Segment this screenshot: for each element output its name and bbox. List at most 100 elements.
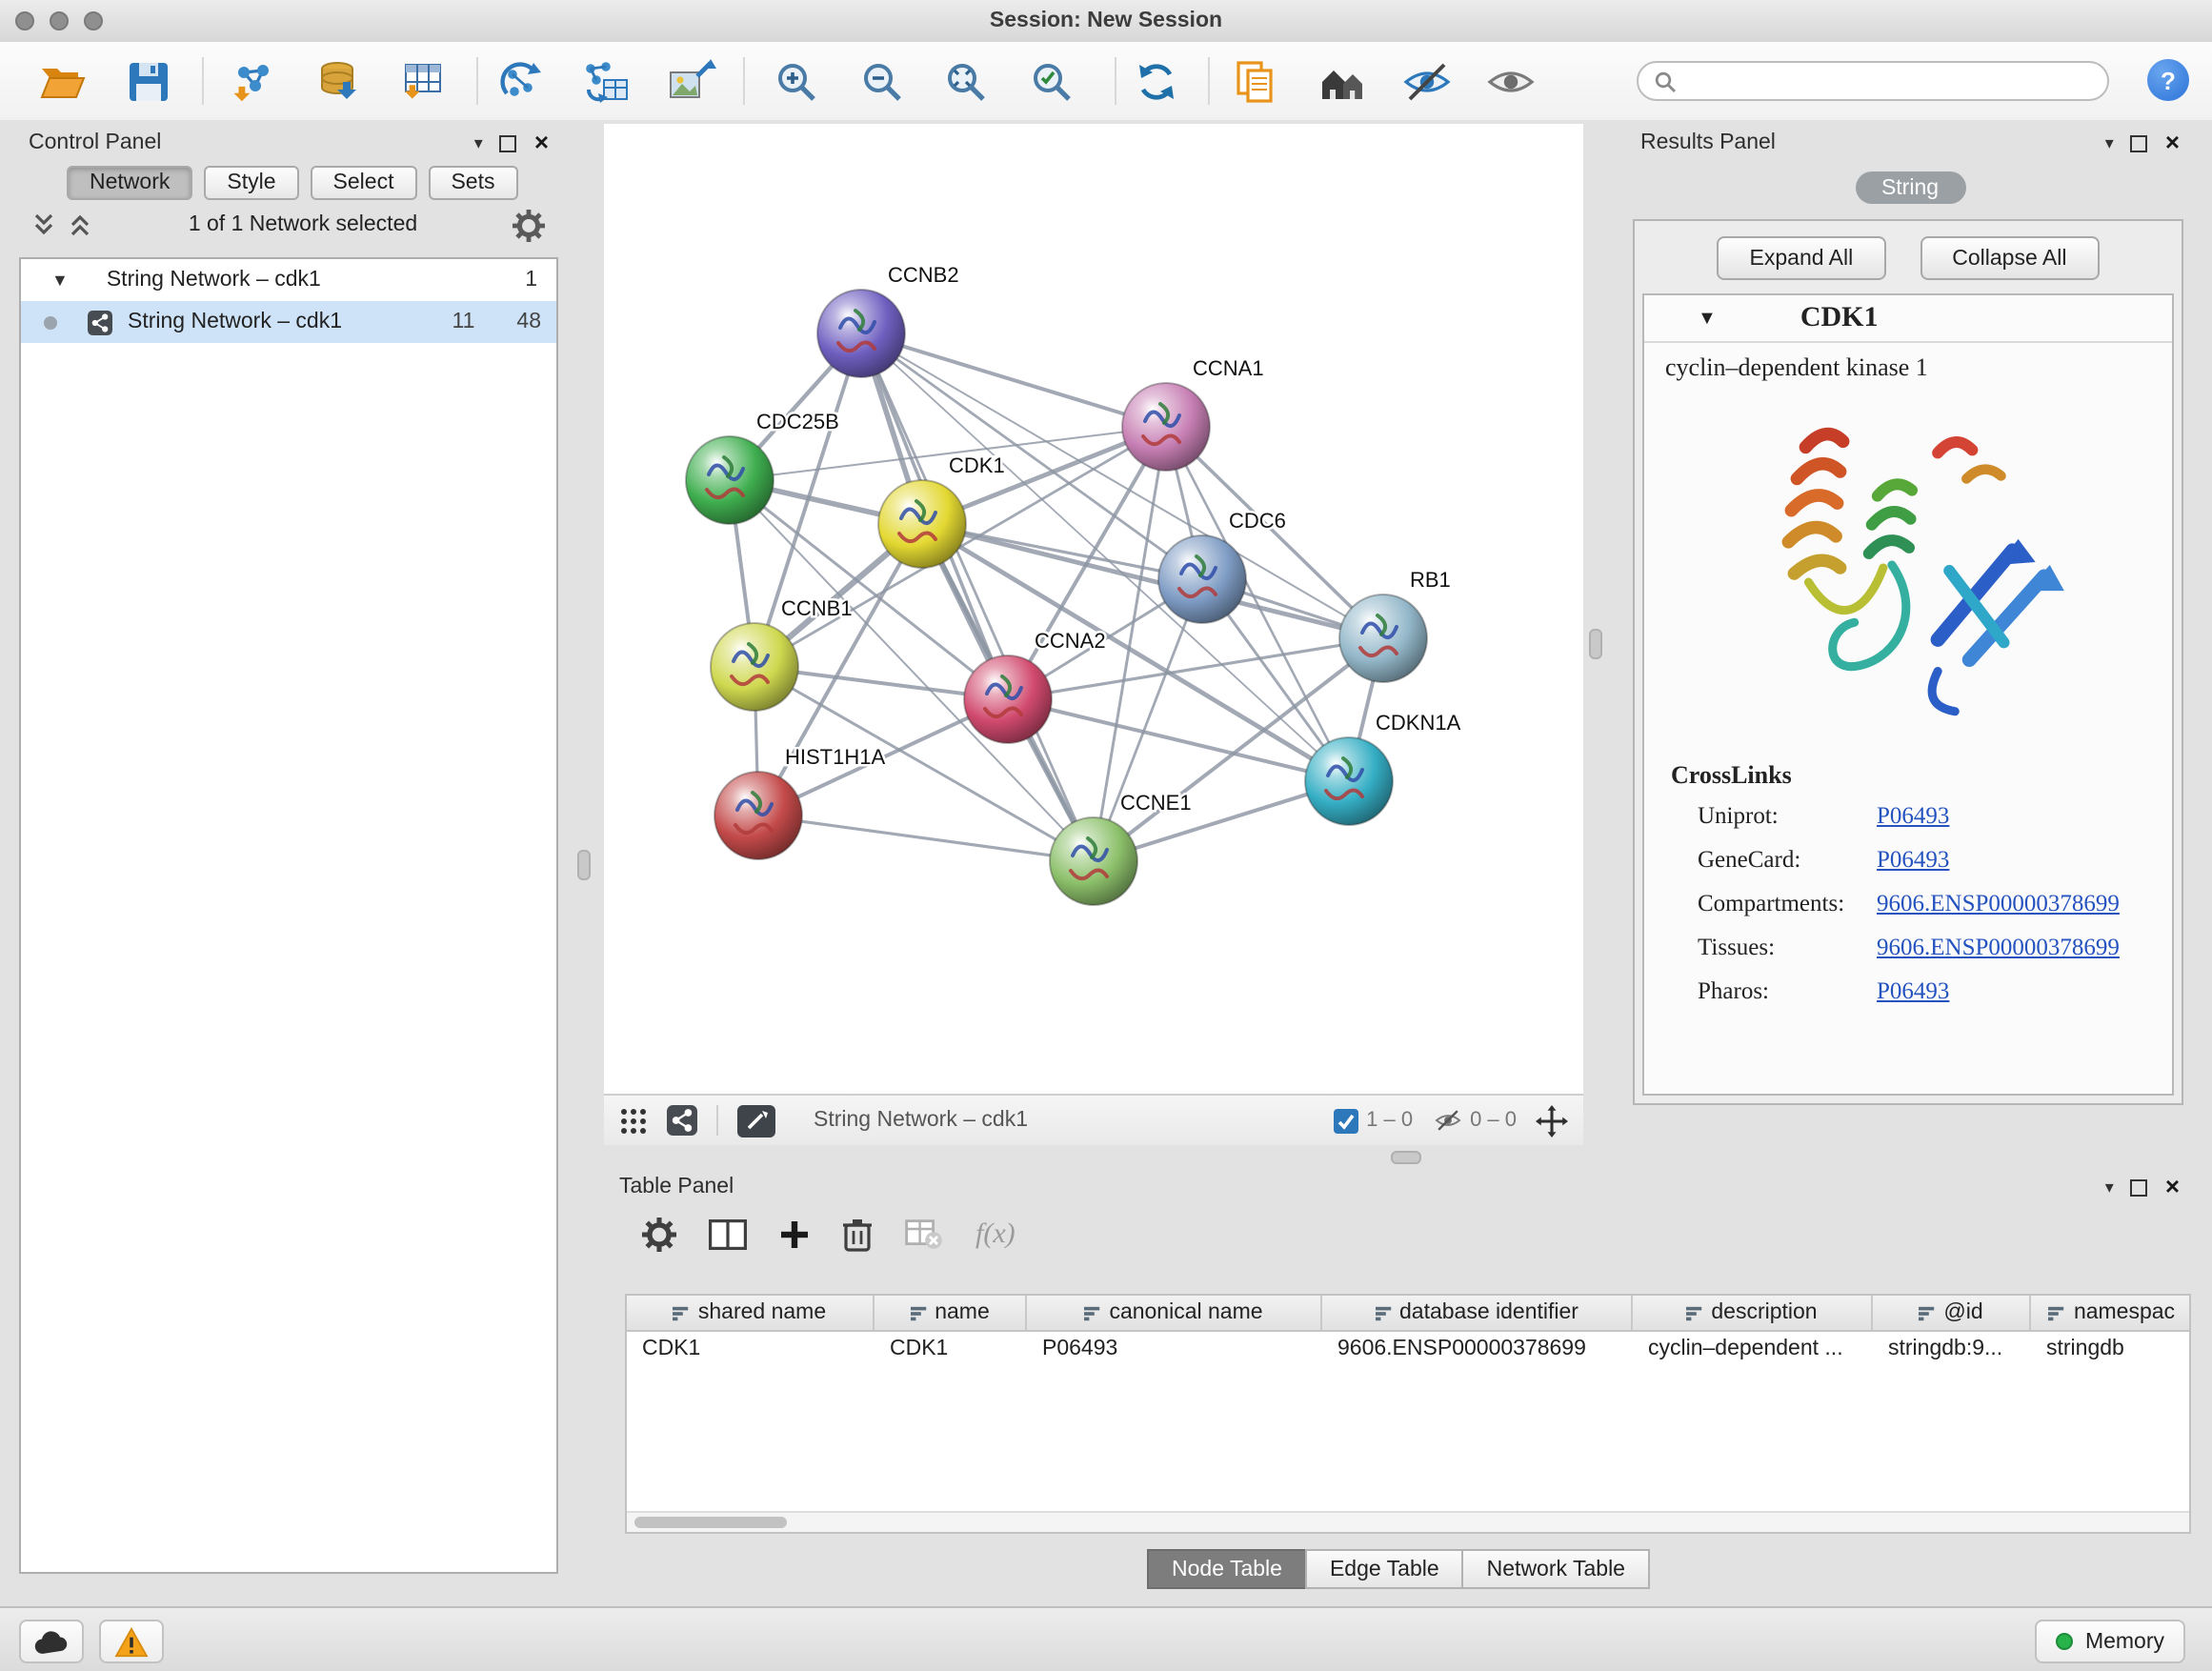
- table-cell[interactable]: stringdb: [2031, 1332, 2191, 1366]
- column-header-5[interactable]: @id: [1873, 1296, 2031, 1330]
- cloud-button[interactable]: [19, 1620, 84, 1663]
- column-header-6[interactable]: namespac: [2031, 1296, 2191, 1330]
- delete-table-icon[interactable]: [905, 1219, 943, 1250]
- network-collection-row[interactable]: ▼ String Network – cdk1 1: [21, 259, 556, 301]
- tab-sets[interactable]: Sets: [428, 166, 517, 200]
- tab-select[interactable]: Select: [311, 166, 417, 200]
- column-header-1[interactable]: name: [875, 1296, 1027, 1330]
- zoom-out-icon[interactable]: [859, 58, 905, 104]
- table-cell[interactable]: stringdb:9...: [1873, 1332, 2031, 1366]
- import-network-file-icon[interactable]: [231, 58, 276, 104]
- crosslink-link[interactable]: P06493: [1877, 838, 1949, 882]
- network-row[interactable]: String Network – cdk1 11 48: [21, 301, 556, 343]
- results-panel-close-icon[interactable]: ×: [2165, 133, 2180, 152]
- table-row[interactable]: CDK1CDK1P064939606.ENSP00000378699cyclin…: [627, 1332, 2189, 1366]
- expand-all-button[interactable]: Expand All: [1718, 236, 1886, 280]
- show-columns-icon[interactable]: [709, 1219, 747, 1250]
- table-panel-close-icon[interactable]: ×: [2165, 1178, 2180, 1197]
- toolbar-search[interactable]: [1637, 61, 2109, 101]
- zoom-in-icon[interactable]: [774, 58, 819, 104]
- table-cell[interactable]: 9606.ENSP00000378699: [1322, 1332, 1633, 1366]
- results-panel-float-icon[interactable]: ▾: [2105, 132, 2114, 153]
- table-panel-maximize-icon[interactable]: [2131, 1178, 2148, 1196]
- right-splitter-handle[interactable]: [1589, 629, 1602, 659]
- collapse-all-button[interactable]: Collapse All: [1920, 236, 2099, 280]
- tab-edge-table[interactable]: Edge Table: [1305, 1549, 1464, 1589]
- network-node-HIST1H1A[interactable]: HIST1H1A: [714, 745, 885, 859]
- refresh-icon[interactable]: [1134, 58, 1179, 104]
- table-cell[interactable]: CDK1: [875, 1332, 1027, 1366]
- save-session-icon[interactable]: [128, 60, 170, 102]
- network-from-table-icon[interactable]: [581, 58, 631, 104]
- table-cell[interactable]: cyclin–dependent ...: [1633, 1332, 1873, 1366]
- tab-network-table[interactable]: Network Table: [1462, 1549, 1650, 1589]
- column-header-4[interactable]: description: [1633, 1296, 1873, 1330]
- import-network-database-icon[interactable]: [316, 58, 362, 104]
- annotation-copy-icon[interactable]: [1233, 58, 1278, 104]
- warnings-button[interactable]: [99, 1620, 164, 1663]
- left-splitter-handle[interactable]: [577, 850, 591, 880]
- network-node-CDK1[interactable]: CDK1: [878, 453, 1005, 568]
- crosslink-link[interactable]: P06493: [1877, 795, 1949, 838]
- network-node-CCNA1[interactable]: CCNA1: [1122, 356, 1264, 471]
- open-session-icon[interactable]: [38, 60, 88, 102]
- show-eye-icon[interactable]: [1486, 60, 1536, 102]
- table-cell[interactable]: P06493: [1027, 1332, 1322, 1366]
- bottom-splitter-handle[interactable]: [1391, 1151, 1421, 1164]
- birdseye-grid-icon[interactable]: [619, 1106, 648, 1135]
- network-tree: ▼ String Network – cdk1 1 String Network…: [19, 257, 558, 1574]
- hide-unselected-eye-icon[interactable]: [1402, 60, 1452, 102]
- zoom-selected-icon[interactable]: [1029, 58, 1075, 104]
- export-view-icon[interactable]: [737, 1104, 775, 1137]
- table-horizontal-scrollbar[interactable]: [627, 1511, 2189, 1532]
- add-column-icon[interactable]: [779, 1219, 810, 1250]
- column-header-3[interactable]: database identifier: [1322, 1296, 1633, 1330]
- network-node-CDC6[interactable]: CDC6: [1158, 509, 1286, 623]
- scrollbar-thumb[interactable]: [634, 1517, 787, 1528]
- crosslink-label: Compartments:: [1698, 882, 1877, 926]
- expand-all-icon[interactable]: [69, 211, 93, 238]
- pan-crosshair-icon[interactable]: [1536, 1104, 1568, 1137]
- search-input[interactable]: [1686, 68, 2092, 94]
- genemania-houses-icon[interactable]: [1318, 60, 1372, 102]
- gear-icon[interactable]: [513, 209, 545, 241]
- collection-expand-icon[interactable]: ▼: [51, 271, 69, 290]
- string-results-tab[interactable]: String: [1855, 171, 1965, 204]
- gene-section-header[interactable]: ▼ CDK1: [1644, 295, 2172, 343]
- import-table-icon[interactable]: [400, 58, 446, 104]
- network-node-CCNB1[interactable]: CCNB1: [711, 596, 853, 711]
- results-panel-maximize-icon[interactable]: [2131, 134, 2148, 151]
- crosslink-label: GeneCard:: [1698, 838, 1877, 882]
- crosslink-link[interactable]: 9606.ENSP00000378699: [1877, 882, 2120, 926]
- table-gear-icon[interactable]: [642, 1218, 676, 1252]
- network-node-CDC25B[interactable]: CDC25B: [686, 410, 839, 524]
- new-network-icon[interactable]: [499, 58, 545, 104]
- crosslink-link[interactable]: 9606.ENSP00000378699: [1877, 926, 2120, 970]
- tab-network[interactable]: Network: [67, 166, 192, 200]
- collapse-all-icon[interactable]: [32, 211, 57, 238]
- tab-style[interactable]: Style: [204, 166, 298, 200]
- network-label: String Network – cdk1: [128, 311, 342, 333]
- tab-node-table[interactable]: Node Table: [1147, 1549, 1307, 1589]
- control-panel-close-icon[interactable]: ×: [534, 133, 549, 152]
- control-panel-float-icon[interactable]: ▾: [474, 132, 483, 153]
- network-node-CCNB2[interactable]: CCNB2: [817, 263, 959, 377]
- column-header-0[interactable]: shared name: [627, 1296, 875, 1330]
- table-cell[interactable]: CDK1: [627, 1332, 875, 1366]
- crosslink-link[interactable]: P06493: [1877, 970, 1949, 1014]
- network-node-CDKN1A[interactable]: CDKN1A: [1305, 711, 1461, 825]
- zoom-fit-icon[interactable]: [943, 58, 989, 104]
- network-canvas[interactable]: CCNB2CCNA1CDC25BCDK1CDC6RB1CCNB1CCNA2CDK…: [604, 124, 1583, 1094]
- table-panel-float-icon[interactable]: ▾: [2105, 1177, 2114, 1198]
- string-view-icon[interactable]: [667, 1105, 697, 1136]
- help-button[interactable]: ?: [2147, 59, 2189, 101]
- crosslink-row: Uniprot:P06493: [1644, 795, 2172, 838]
- function-builder-icon[interactable]: f(x): [975, 1218, 1016, 1251]
- gene-collapse-icon[interactable]: ▼: [1698, 308, 1717, 329]
- network-node-RB1[interactable]: RB1: [1339, 568, 1451, 682]
- export-image-icon[interactable]: [667, 58, 716, 104]
- delete-column-icon[interactable]: [842, 1218, 873, 1252]
- control-panel-maximize-icon[interactable]: [500, 134, 517, 151]
- column-header-2[interactable]: canonical name: [1027, 1296, 1322, 1330]
- memory-button[interactable]: Memory: [2036, 1620, 2185, 1663]
